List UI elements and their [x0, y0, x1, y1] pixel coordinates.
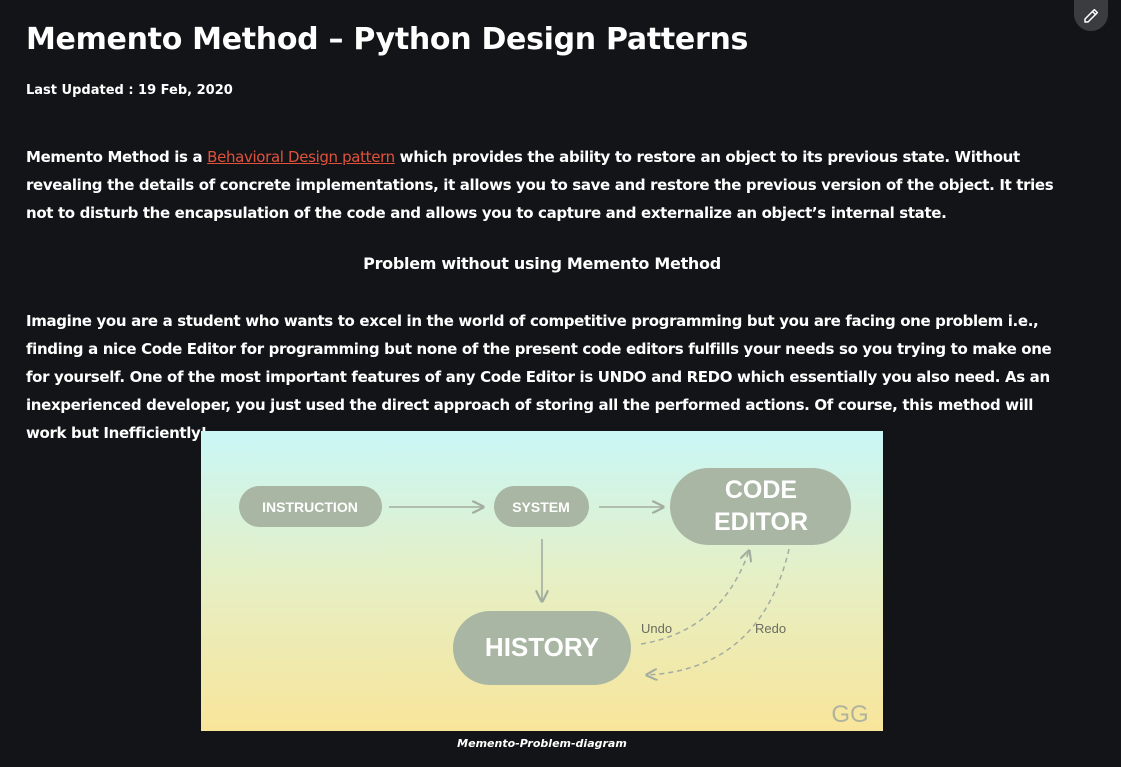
- memento-problem-diagram: INSTRUCTION SYSTEM CODE EDITOR HISTORY U…: [201, 431, 883, 731]
- figure-caption: Memento-Problem-diagram: [457, 737, 627, 750]
- edit-button[interactable]: [1074, 0, 1108, 31]
- redo-bold: REDO: [686, 368, 733, 386]
- pencil-icon: [1082, 7, 1100, 25]
- instruction-label: INSTRUCTION: [262, 499, 358, 515]
- history-label: HISTORY: [485, 632, 599, 662]
- problem-text-3: and: [646, 368, 687, 386]
- problem-paragraph: Imagine you are a student who wants to e…: [26, 307, 1071, 447]
- code-editor-bold: Code Editor: [141, 340, 236, 358]
- undo-label: Undo: [641, 621, 672, 636]
- behavioral-design-pattern-link[interactable]: Behavioral Design pattern: [207, 148, 395, 166]
- section-heading: Problem without using Memento Method: [363, 254, 721, 273]
- code-editor-label-line2: EDITOR: [714, 508, 808, 536]
- gfg-logo: GG: [831, 701, 868, 728]
- code-editor-label-line1: CODE: [725, 476, 797, 504]
- system-label: SYSTEM: [512, 499, 570, 515]
- redo-label: Redo: [755, 621, 786, 636]
- intro-paragraph: Memento Method is a Behavioral Design pa…: [26, 143, 1071, 227]
- intro-text-before-link: Memento Method is a: [26, 148, 208, 166]
- last-updated: Last Updated : 19 Feb, 2020: [26, 83, 233, 98]
- page-title: Memento Method – Python Design Patterns: [26, 22, 749, 57]
- undo-bold: UNDO: [597, 368, 647, 386]
